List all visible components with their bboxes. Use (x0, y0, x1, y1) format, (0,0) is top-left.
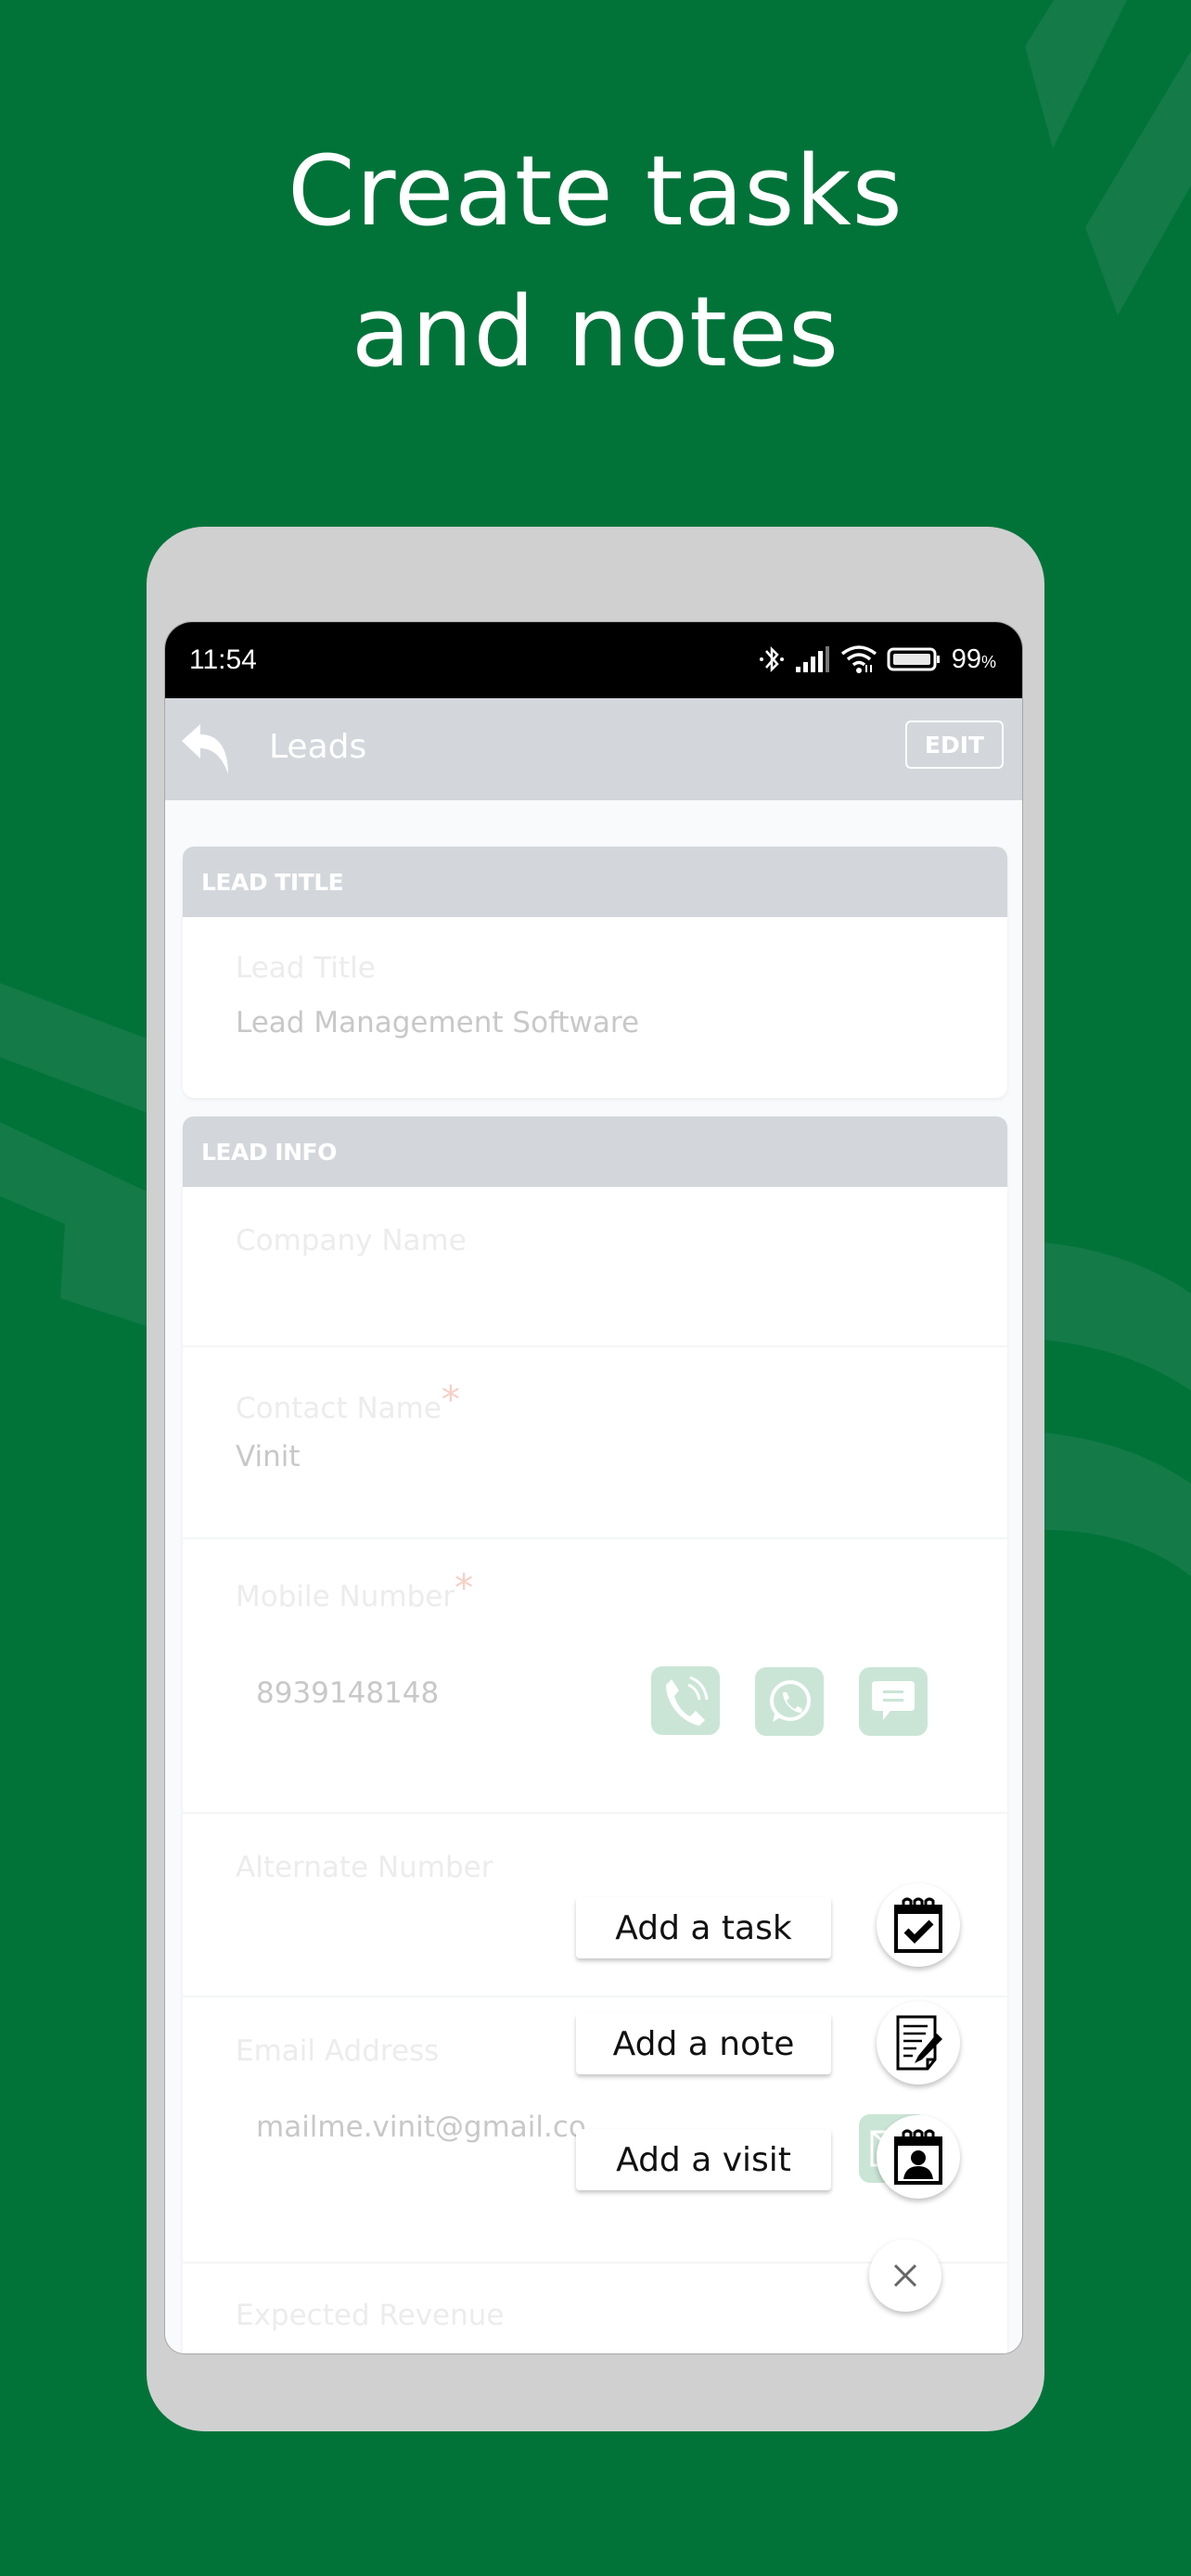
required-mark: * (455, 1567, 474, 1610)
field-label: Email Address (236, 2034, 440, 2068)
bluetooth-icon (759, 644, 785, 675)
field-label: Contact Name* (236, 1379, 460, 1425)
status-icons: 99% (759, 643, 996, 676)
close-fab-menu-button[interactable] (869, 2239, 941, 2312)
mobile-number-field[interactable]: Mobile Number* 8939148148 (183, 1539, 1007, 1814)
calendar-check-icon (894, 1897, 942, 1953)
wifi-icon (840, 644, 877, 674)
field-value: 8939148148 (256, 1677, 440, 1710)
phone-call-icon (666, 1676, 709, 1726)
sms-icon (872, 1681, 915, 1720)
lead-title-card-header: LEAD TITLE (183, 847, 1007, 917)
field-label: Lead Title (236, 951, 376, 985)
call-button[interactable] (651, 1666, 720, 1735)
whatsapp-button[interactable] (755, 1667, 824, 1736)
field-label: Alternate Number (236, 1851, 493, 1884)
add-visit-fab[interactable] (877, 2115, 960, 2199)
lead-title-card: LEAD TITLE Lead Title Lead Management So… (183, 847, 1007, 1098)
add-task-fab[interactable] (877, 1883, 960, 1967)
close-icon (893, 2264, 917, 2288)
calendar-person-icon (894, 2129, 942, 2185)
app-bar: Leads EDIT (165, 698, 1022, 800)
field-label: Mobile Number* (236, 1567, 474, 1613)
sms-button[interactable] (859, 1667, 928, 1736)
headline: Create tasks and notes (0, 121, 1191, 402)
field-label: Company Name (236, 1224, 467, 1257)
required-mark: * (441, 1379, 460, 1422)
contact-name-field[interactable]: Contact Name* Vinit (183, 1347, 1007, 1539)
phone-screen: 11:54 99% Leads EDIT LEAD TITLE Lead Tit… (164, 621, 1023, 2354)
battery-icon (887, 646, 942, 672)
field-value: Lead Management Software (236, 1006, 640, 1039)
add-note-fab[interactable] (877, 2001, 960, 2085)
field-label: Expected Revenue (236, 2299, 505, 2332)
signal-icon (794, 646, 831, 672)
add-visit-label-button[interactable]: Add a visit (576, 2129, 831, 2190)
battery-percent: 99% (951, 644, 996, 674)
app-title: Leads (269, 728, 367, 766)
edit-button[interactable]: EDIT (905, 721, 1004, 769)
lead-title-field[interactable]: Lead Title Lead Management Software (183, 917, 1007, 1098)
status-time: 11:54 (189, 644, 257, 675)
add-note-label-button[interactable]: Add a note (576, 2013, 831, 2074)
note-edit-icon (896, 2015, 942, 2071)
add-task-label-button[interactable]: Add a task (576, 1897, 831, 1958)
back-arrow-icon (182, 724, 228, 774)
headline-line-2: and notes (351, 275, 840, 389)
back-button[interactable] (180, 724, 234, 774)
field-value: Vinit (236, 1440, 301, 1473)
company-name-field[interactable]: Company Name (183, 1187, 1007, 1347)
field-value: mailme.vinit@gmail.co (256, 2111, 586, 2144)
headline-line-1: Create tasks (288, 134, 903, 248)
lead-info-card-header: LEAD INFO (183, 1116, 1007, 1187)
whatsapp-icon (770, 1680, 811, 1722)
status-bar: 11:54 99% (165, 622, 1022, 698)
